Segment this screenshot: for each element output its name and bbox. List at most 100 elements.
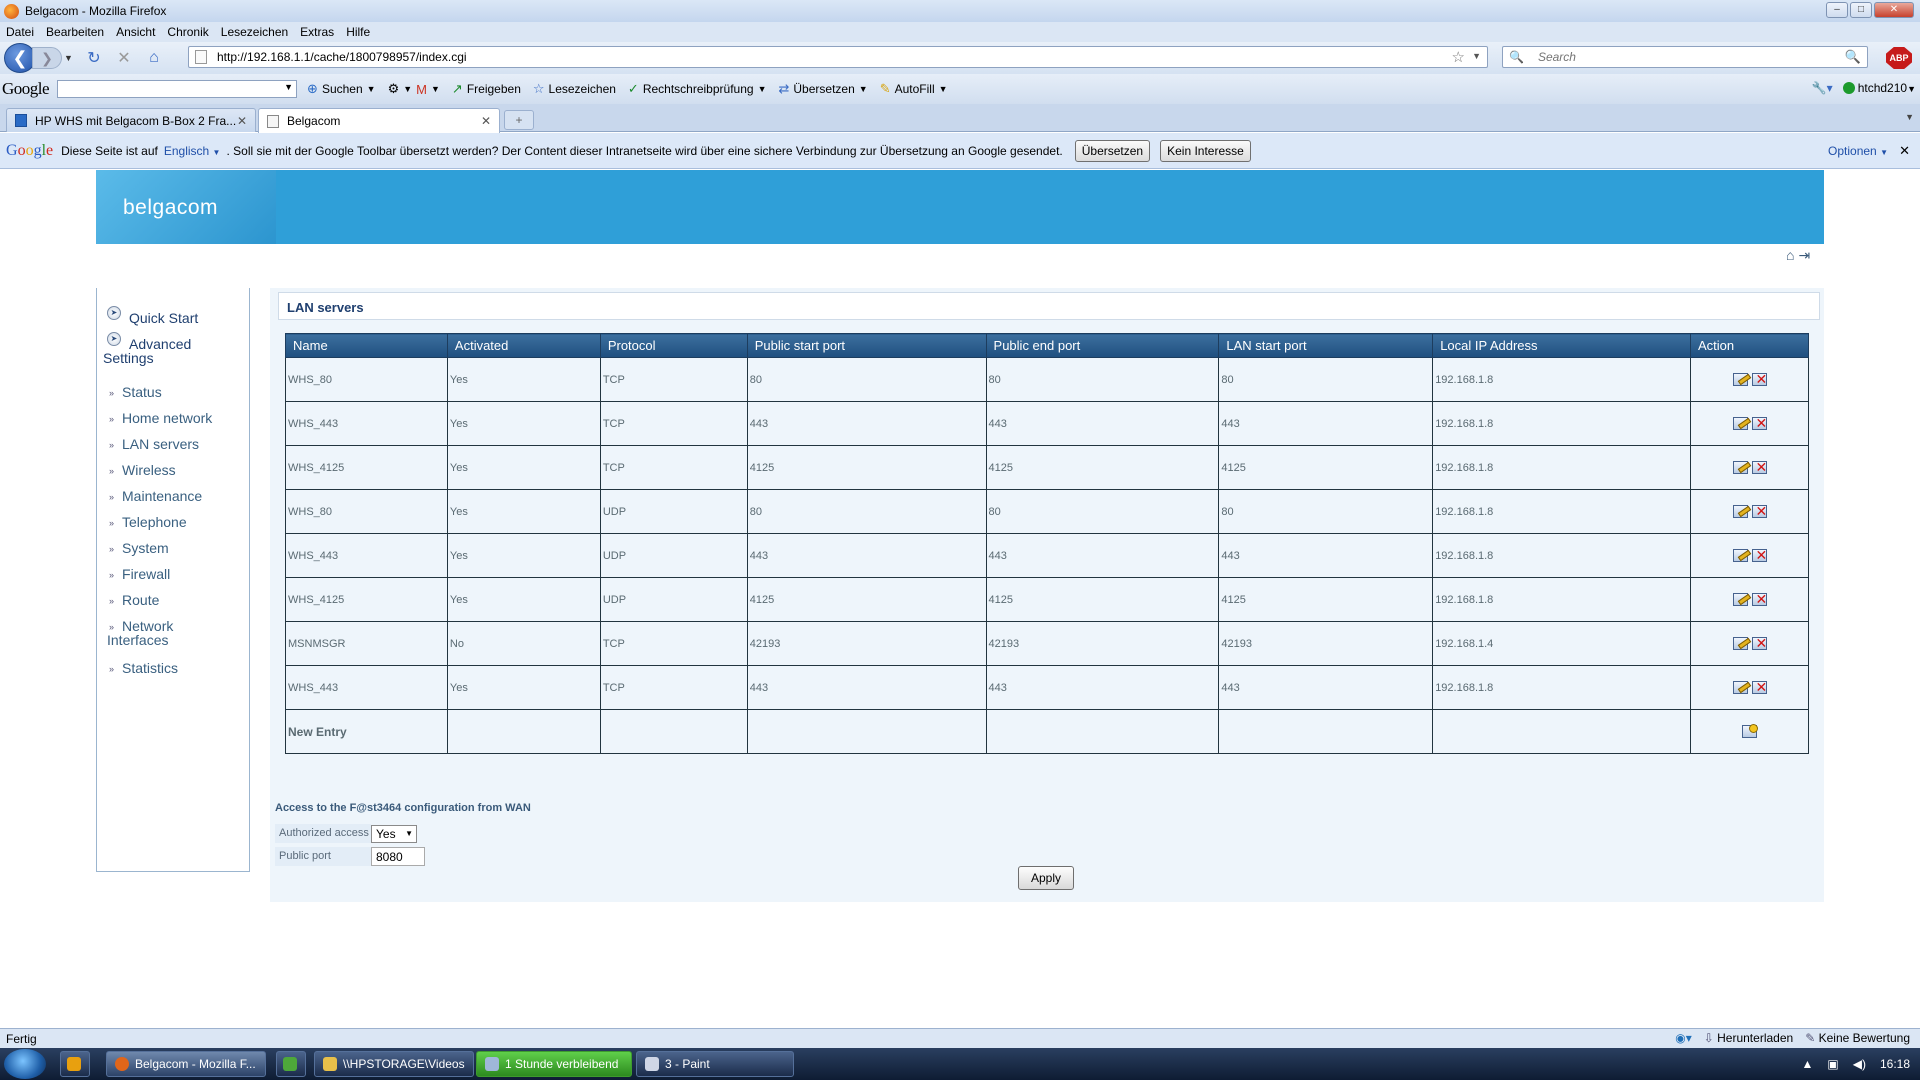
edit-icon[interactable] bbox=[1732, 637, 1748, 650]
search-box[interactable]: 🔍 🔍 bbox=[1502, 46, 1868, 68]
sidebar-item-home-network[interactable]: » Home network bbox=[109, 410, 212, 426]
menu-ansicht[interactable]: Ansicht bbox=[116, 25, 155, 39]
adblock-plus-icon[interactable]: ABP bbox=[1886, 47, 1912, 69]
tray-arrow-icon[interactable]: ▲ bbox=[1802, 1057, 1814, 1071]
delete-icon[interactable] bbox=[1751, 591, 1767, 608]
menu-extras[interactable]: Extras bbox=[300, 25, 334, 39]
language-dropdown[interactable]: Englisch ▼ bbox=[164, 144, 221, 158]
edit-icon[interactable] bbox=[1732, 681, 1748, 694]
download-button[interactable]: ⇩ Herunterladen bbox=[1704, 1031, 1793, 1045]
add-entry-icon[interactable] bbox=[1742, 724, 1758, 738]
account-button[interactable]: htchd210▼ bbox=[1842, 81, 1916, 95]
google-tools-buttons[interactable]: ⚙ ▼ M ▼ bbox=[388, 81, 440, 97]
globe-icon[interactable]: ◉▾ bbox=[1675, 1031, 1692, 1045]
menu-hilfe[interactable]: Hilfe bbox=[346, 25, 370, 39]
tab-hp-whs[interactable]: HP WHS mit Belgacom B-Box 2 Fra... ✕ bbox=[6, 108, 256, 132]
sidebar-item-wireless[interactable]: » Wireless bbox=[109, 462, 176, 478]
spellcheck-button[interactable]: ✓ Rechtschreibprüfung ▼ bbox=[628, 81, 767, 97]
menu-datei[interactable]: Datei bbox=[6, 25, 34, 39]
status-text: Fertig bbox=[6, 1031, 37, 1046]
edit-icon[interactable] bbox=[1732, 461, 1748, 474]
public-port-input[interactable]: 8080 bbox=[371, 847, 425, 866]
chevron-down-icon[interactable]: ▼ bbox=[284, 82, 293, 92]
volume-icon[interactable]: ◀) bbox=[1853, 1057, 1866, 1071]
sidebar-item-telephone[interactable]: » Telephone bbox=[109, 514, 187, 530]
taskbar-item-firefox[interactable]: Belgacom - Mozilla F... bbox=[106, 1051, 266, 1077]
start-button[interactable] bbox=[4, 1049, 46, 1079]
edit-icon[interactable] bbox=[1732, 505, 1748, 518]
cell-name: WHS_4125 bbox=[285, 445, 448, 490]
rating-button[interactable]: ✎ Keine Bewertung bbox=[1805, 1031, 1910, 1045]
reload-icon[interactable]: ↻ bbox=[83, 48, 105, 68]
delete-icon[interactable] bbox=[1751, 635, 1767, 652]
sidebar-item-firewall[interactable]: » Firewall bbox=[109, 566, 170, 582]
logout-icon[interactable]: ⇥ bbox=[1798, 247, 1810, 264]
google-toolbar-search-input[interactable]: ▼ bbox=[57, 80, 298, 98]
lesezeichen-button[interactable]: ☆ Lesezeichen bbox=[533, 81, 616, 97]
no-interest-button[interactable]: Kein Interesse bbox=[1160, 139, 1251, 162]
url-dropdown-icon[interactable]: ▼ bbox=[1472, 51, 1481, 61]
translate-page-button[interactable]: Übersetzen bbox=[1074, 139, 1151, 162]
sidebar-quick-start[interactable]: ➤ Quick Start bbox=[107, 306, 198, 326]
sidebar-item-system[interactable]: » System bbox=[109, 540, 169, 556]
close-tab-icon[interactable]: ✕ bbox=[481, 114, 491, 128]
translate-button[interactable]: ⇄ Übersetzen ▼ bbox=[778, 81, 867, 97]
minimize-button[interactable]: – bbox=[1826, 2, 1848, 18]
close-translate-bar-icon[interactable]: ✕ bbox=[1899, 143, 1910, 159]
bookmark-star-icon[interactable]: ☆ bbox=[1452, 48, 1465, 66]
sidebar-item-maintenance[interactable]: » Maintenance bbox=[109, 488, 202, 504]
cell-public-end-port: 443 bbox=[985, 401, 1220, 446]
menu-lesezeichen[interactable]: Lesezeichen bbox=[221, 25, 288, 39]
menu-chronik[interactable]: Chronik bbox=[167, 25, 208, 39]
clock[interactable]: 16:18 bbox=[1880, 1057, 1910, 1071]
google-toolbar-logo[interactable]: Google bbox=[2, 79, 50, 99]
search-engine-icon[interactable]: 🔍 bbox=[1509, 50, 1524, 64]
google-search-button[interactable]: ⊕ Suchen ▼ bbox=[307, 81, 376, 97]
cell-activated: Yes bbox=[446, 577, 601, 622]
delete-icon[interactable] bbox=[1751, 503, 1767, 520]
home-icon[interactable]: ⌂ bbox=[143, 49, 165, 67]
edit-icon[interactable] bbox=[1732, 593, 1748, 606]
sidebar-item-statistics[interactable]: » Statistics bbox=[109, 660, 178, 676]
sidebar-advanced-settings[interactable]: ➤ Advanced Settings bbox=[103, 332, 191, 366]
address-bar[interactable]: http://192.168.1.1/cache/1800798957/inde… bbox=[188, 46, 1488, 68]
delete-icon[interactable] bbox=[1751, 371, 1767, 388]
sidebar-item-status[interactable]: » Status bbox=[109, 384, 162, 400]
new-tab-button[interactable]: + bbox=[504, 110, 534, 130]
taskbar-item-paint[interactable]: 3 - Paint bbox=[636, 1051, 794, 1077]
delete-icon[interactable] bbox=[1751, 459, 1767, 476]
autofill-button[interactable]: ✎ AutoFill ▼ bbox=[880, 81, 948, 97]
cell-public-end-port: 80 bbox=[985, 489, 1220, 534]
search-go-icon[interactable]: 🔍 bbox=[1845, 49, 1861, 65]
forward-button[interactable]: ❯ bbox=[32, 47, 62, 69]
history-dropdown-icon[interactable]: ▼ bbox=[64, 53, 73, 63]
sidebar-item-lan-servers[interactable]: » LAN servers bbox=[109, 436, 199, 452]
delete-icon[interactable] bbox=[1751, 679, 1767, 696]
delete-icon[interactable] bbox=[1751, 547, 1767, 564]
freigeben-button[interactable]: ↗ Freigeben bbox=[452, 81, 521, 97]
tab-belgacom[interactable]: Belgacom ✕ bbox=[258, 108, 500, 133]
tab-list-dropdown-icon[interactable]: ▼ bbox=[1905, 112, 1914, 122]
edit-icon[interactable] bbox=[1732, 373, 1748, 386]
delete-icon[interactable] bbox=[1751, 415, 1767, 432]
wrench-icon[interactable]: 🔧▾ bbox=[1812, 81, 1833, 95]
stop-icon[interactable]: ✕ bbox=[113, 48, 135, 68]
taskbar-item-app[interactable] bbox=[276, 1051, 306, 1077]
apply-button[interactable]: Apply bbox=[1018, 866, 1074, 890]
sidebar-item-network-interfaces[interactable]: » Network Interfaces bbox=[107, 618, 173, 648]
taskbar-item-explorer[interactable]: \\HPSTORAGE\Videos bbox=[314, 1051, 474, 1077]
options-dropdown[interactable]: Optionen ▼ bbox=[1828, 144, 1888, 158]
menu-bearbeiten[interactable]: Bearbeiten bbox=[46, 25, 104, 39]
close-window-button[interactable]: ✕ bbox=[1874, 2, 1914, 18]
sidebar-item-route[interactable]: » Route bbox=[109, 592, 159, 608]
edit-icon[interactable] bbox=[1732, 417, 1748, 430]
authorized-access-select[interactable]: Yes ▼ bbox=[371, 824, 417, 843]
search-input[interactable] bbox=[1537, 50, 1838, 64]
edit-icon[interactable] bbox=[1732, 549, 1748, 562]
maximize-button[interactable]: □ bbox=[1850, 2, 1872, 18]
close-tab-icon[interactable]: ✕ bbox=[237, 114, 247, 128]
quicklaunch-media-icon[interactable] bbox=[60, 1051, 90, 1077]
taskbar-item-progress[interactable]: 1 Stunde verbleibend bbox=[476, 1051, 632, 1077]
network-icon[interactable]: ▣ bbox=[1827, 1057, 1838, 1071]
home-icon[interactable]: ⌂ bbox=[1786, 247, 1794, 264]
